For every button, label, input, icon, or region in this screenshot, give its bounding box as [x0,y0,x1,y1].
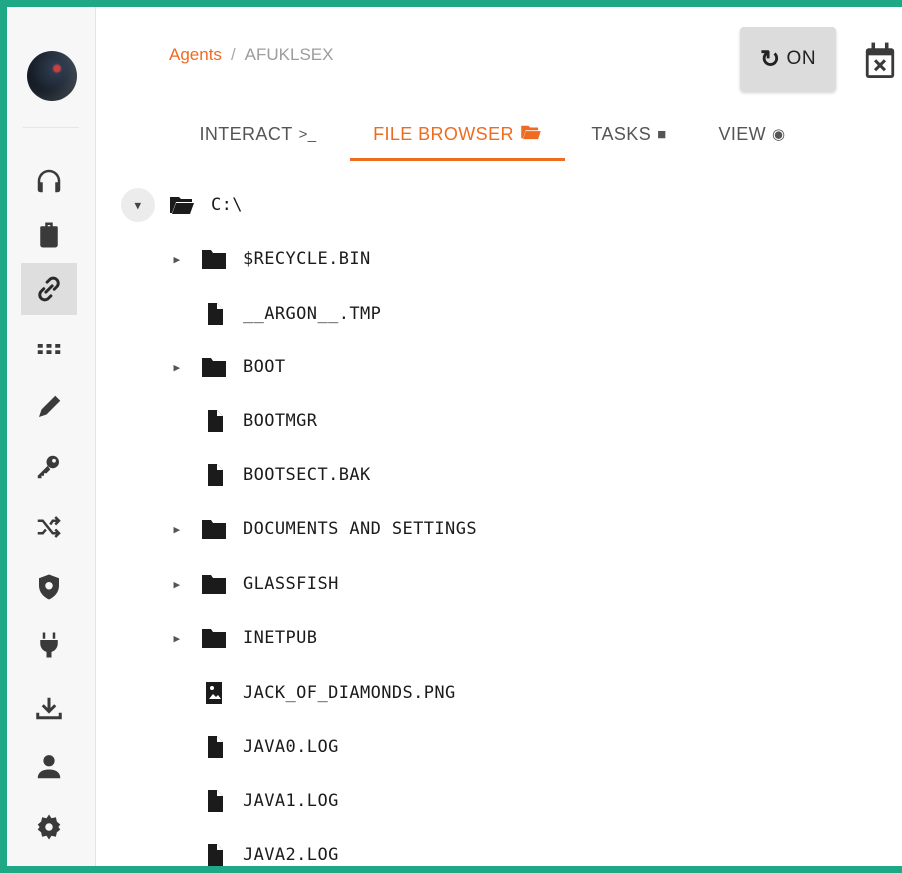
download-icon[interactable] [21,683,77,735]
folder-icon [201,355,227,379]
tab-file-browser[interactable]: FILE BROWSER [350,107,565,161]
tree-item[interactable]: ▶ GLASSFISH [171,566,339,602]
tree-item-label: $RECYCLE.BIN [243,249,371,269]
user-icon[interactable] [21,741,77,793]
tree-item[interactable]: JAVA0.LOG [171,729,339,765]
calendar-remove-icon[interactable] [863,41,897,81]
caret-right-icon[interactable]: ▶ [171,253,183,266]
file-icon [201,843,227,866]
caret-right-icon[interactable]: ▶ [171,632,183,645]
file-icon [201,789,227,813]
tree-root-row[interactable]: ▼ C:\ [121,187,243,223]
tree-item[interactable]: BOOTMGR [171,403,317,439]
breadcrumb-current: AFUKLSEX [244,45,334,64]
app-window: Agents / AFUKLSEX ↻ ON INTERACT >_ FILE BR… [0,0,902,873]
tree-item[interactable]: ▶ BOOT [171,349,286,385]
tree-item-label: BOOTMGR [243,411,318,431]
tab-interact-label: INTERACT [199,123,293,144]
sidebar-divider [23,127,79,128]
refresh-toggle-label: ON [786,48,817,69]
tree-item-label: __ARGON__.TMP [243,304,382,324]
tab-tasks-label: TASKS [591,123,652,144]
link-icon[interactable] [21,263,77,315]
breadcrumb-separator: / [230,45,236,64]
caret-down-icon[interactable]: ▼ [121,188,155,222]
tree-item[interactable]: __ARGON__.TMP [171,296,381,332]
folder-open-icon [520,124,542,144]
folder-icon [201,572,227,596]
gear-icon[interactable] [21,801,77,853]
folder-open-icon [169,193,195,217]
file-icon [201,463,227,487]
tab-interact[interactable]: INTERACT >_ [193,107,323,161]
tab-bar: INTERACT >_ FILE BROWSER TASKS ■ VIEW ◉ [95,107,902,161]
file-icon [201,735,227,759]
tab-view[interactable]: VIEW ◉ [707,107,797,161]
caret-right-icon[interactable]: ▶ [171,578,183,591]
shield-icon[interactable] [21,561,77,613]
folder-icon [201,517,227,541]
caret-right-icon[interactable]: ▶ [171,523,183,536]
tree-item-label: JAVA2.LOG [243,845,339,865]
tree-item-label: JAVA1.LOG [243,791,339,811]
tree-item[interactable]: JAVA2.LOG [171,837,339,866]
tree-root-label: C:\ [211,195,243,215]
file-icon [201,409,227,433]
auto-refresh-toggle-button[interactable]: ↻ ON [740,27,836,91]
headphones-icon[interactable] [21,155,77,207]
tree-item-label: GLASSFISH [243,574,339,594]
tree-item-label: DOCUMENTS AND SETTINGS [243,519,477,539]
tree-item-label: JACK_OF_DIAMONDS.PNG [243,683,456,703]
tree-item[interactable]: BOOTSECT.BAK [171,457,371,493]
tree-item-label: INETPUB [243,628,318,648]
caret-right-icon[interactable]: ▶ [171,361,183,374]
tasks-icon: ■ [657,125,667,143]
apps-grid-icon[interactable] [21,323,77,375]
tree-item-label: BOOT [243,357,286,377]
breadcrumb: Agents / AFUKLSEX [169,45,333,65]
pencil-icon[interactable] [21,381,77,433]
key-icon[interactable] [21,441,77,493]
image-file-icon [201,681,227,705]
shuffle-icon[interactable] [21,501,77,553]
console-icon: >_ [298,125,317,143]
sidebar [7,7,96,866]
folder-icon [201,626,227,650]
tree-item[interactable]: ▶ $RECYCLE.BIN [171,241,371,277]
tree-item-label: JAVA0.LOG [243,737,339,757]
agent-avatar-logo[interactable] [27,51,77,101]
tree-item[interactable]: ▶ INETPUB [171,620,317,656]
briefcase-icon[interactable] [21,209,77,261]
breadcrumb-agents-link[interactable]: Agents [169,45,222,64]
tab-tasks[interactable]: TASKS ■ [583,107,675,161]
eye-icon: ◉ [772,126,786,143]
plug-icon[interactable] [21,619,77,671]
tree-item[interactable]: JACK_OF_DIAMONDS.PNG [171,675,456,711]
folder-icon [201,247,227,271]
tab-file-browser-label: FILE BROWSER [373,123,514,144]
tree-item-label: BOOTSECT.BAK [243,465,371,485]
refresh-icon: ↻ [759,45,781,73]
tab-view-label: VIEW [718,123,767,144]
tree-item[interactable]: ▶ DOCUMENTS AND SETTINGS [171,511,477,547]
file-icon [201,302,227,326]
tree-item[interactable]: JAVA1.LOG [171,783,339,819]
